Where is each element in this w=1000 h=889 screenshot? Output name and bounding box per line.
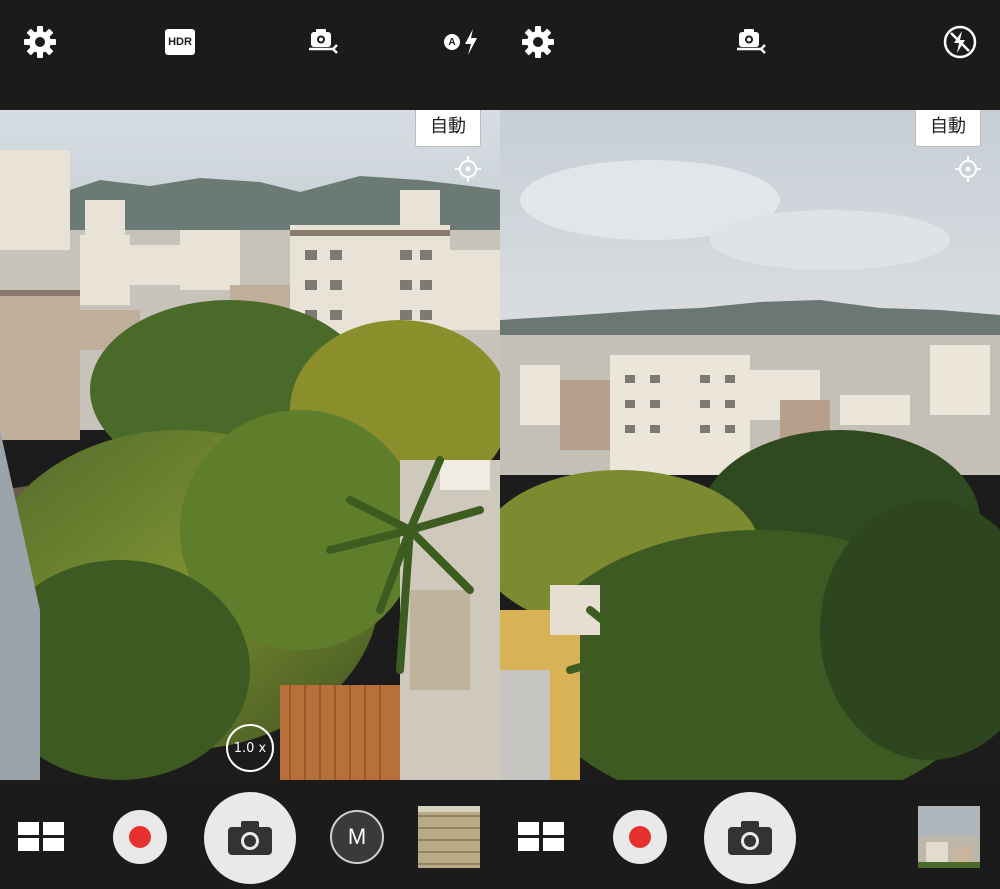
shutter-button[interactable] — [704, 792, 796, 884]
auto-flash-icon[interactable]: A — [440, 24, 484, 60]
switch-camera-icon[interactable] — [728, 24, 770, 60]
record-video-button[interactable] — [113, 810, 167, 864]
record-video-button[interactable] — [613, 810, 667, 864]
record-icon — [129, 826, 151, 848]
switch-camera-icon[interactable] — [300, 24, 342, 60]
right-scene-photo — [500, 110, 1000, 780]
grid-mode-icon[interactable] — [518, 822, 566, 852]
auto-mode-chip[interactable]: 自動 — [915, 110, 981, 147]
bottom-toolbar: M — [0, 780, 500, 889]
focus-target-icon — [955, 156, 981, 182]
camera-viewfinder[interactable]: 自動 1.0 x — [0, 110, 500, 780]
shutter-button[interactable] — [204, 792, 296, 884]
settings-gear-icon[interactable] — [22, 24, 58, 60]
top-toolbar — [500, 0, 1000, 110]
left-scene-photo — [0, 110, 500, 780]
left-camera-screen: HDR A 自動 1.0 x M — [0, 0, 500, 889]
hdr-label: HDR — [165, 29, 195, 55]
settings-gear-icon[interactable] — [520, 24, 556, 60]
flash-auto-badge: A — [444, 34, 460, 50]
focus-target-icon — [455, 156, 481, 182]
record-icon — [629, 826, 651, 848]
hdr-icon[interactable]: HDR — [162, 24, 198, 60]
camera-icon — [728, 821, 772, 855]
right-camera-screen: 自動 — [500, 0, 1000, 889]
gallery-thumbnail[interactable] — [918, 806, 980, 868]
grid-mode-icon[interactable] — [18, 822, 66, 852]
top-toolbar: HDR A — [0, 0, 500, 110]
auto-mode-chip[interactable]: 自動 — [415, 110, 481, 147]
camera-viewfinder[interactable]: 自動 — [500, 110, 1000, 780]
zoom-level-button[interactable]: 1.0 x — [226, 724, 274, 772]
gallery-thumbnail[interactable] — [418, 806, 480, 868]
bottom-toolbar — [500, 780, 1000, 889]
camera-icon — [228, 821, 272, 855]
manual-mode-button[interactable]: M — [330, 810, 384, 864]
flash-off-icon[interactable] — [942, 24, 978, 60]
